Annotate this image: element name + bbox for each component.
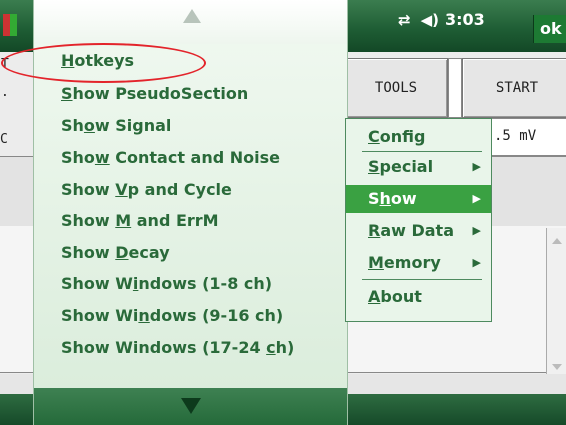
scroll-up-arrow-icon[interactable]: [183, 9, 201, 23]
ok-button[interactable]: ok: [533, 15, 566, 43]
scroll-up-icon[interactable]: [552, 238, 562, 244]
status-area: ⇄ ◀) 3:03: [398, 10, 485, 29]
start-button[interactable]: START: [462, 58, 566, 118]
start-logo-icon[interactable]: [3, 14, 17, 36]
scroll-down-arrow-icon[interactable]: [181, 398, 201, 414]
scrollbar[interactable]: [546, 228, 566, 376]
menu-item-show-signal[interactable]: Show Signal: [61, 116, 171, 135]
menu-item-show-pseudosection[interactable]: Show PseudoSection: [61, 84, 248, 103]
menu-item-show-vp-cycle[interactable]: Show Vp and Cycle: [61, 180, 232, 199]
speaker-icon: ◀): [420, 10, 439, 29]
tools-submenu: Config Special ▶ Show ▶ Raw Data ▶ Memor…: [345, 118, 492, 322]
edge-letter: .: [1, 85, 9, 100]
submenu-arrow-icon: ▶: [472, 160, 481, 173]
menu-item-show-windows-1-8[interactable]: Show Windows (1-8 ch): [61, 274, 272, 293]
menu-item-show-contact-noise[interactable]: Show Contact and Noise: [61, 148, 280, 167]
edge-letter: C: [0, 132, 8, 147]
submenu-item-show[interactable]: Show ▶: [346, 185, 491, 213]
menu-item-show-windows-9-16[interactable]: Show Windows (9-16 ch): [61, 306, 283, 325]
submenu-item-special[interactable]: Special ▶: [346, 153, 491, 181]
menu-item-show-decay[interactable]: Show Decay: [61, 243, 170, 262]
submenu-arrow-icon: ▶: [472, 224, 481, 237]
submenu-item-raw-data[interactable]: Raw Data ▶: [346, 217, 491, 245]
network-icon: ⇄: [398, 10, 411, 29]
clock: 3:03: [444, 10, 485, 29]
submenu-arrow-icon: ▶: [472, 256, 481, 269]
submenu-item-about[interactable]: About: [346, 283, 491, 311]
submenu-item-config[interactable]: Config: [346, 123, 491, 151]
menu-item-show-m-errm[interactable]: Show M and ErrM: [61, 211, 219, 230]
menu-item-show-windows-17-24[interactable]: Show Windows (17-24 ch): [61, 338, 294, 357]
submenu-item-memory[interactable]: Memory ▶: [346, 249, 491, 277]
scroll-down-icon[interactable]: [552, 364, 562, 370]
tools-button[interactable]: TOOLS: [344, 58, 448, 118]
separator: [362, 151, 482, 152]
submenu-arrow-icon: ▶: [472, 192, 481, 205]
highlight-annotation: [1, 43, 206, 83]
divider: [448, 58, 462, 118]
value-display: .5 mV: [494, 128, 537, 144]
separator: [362, 279, 482, 280]
